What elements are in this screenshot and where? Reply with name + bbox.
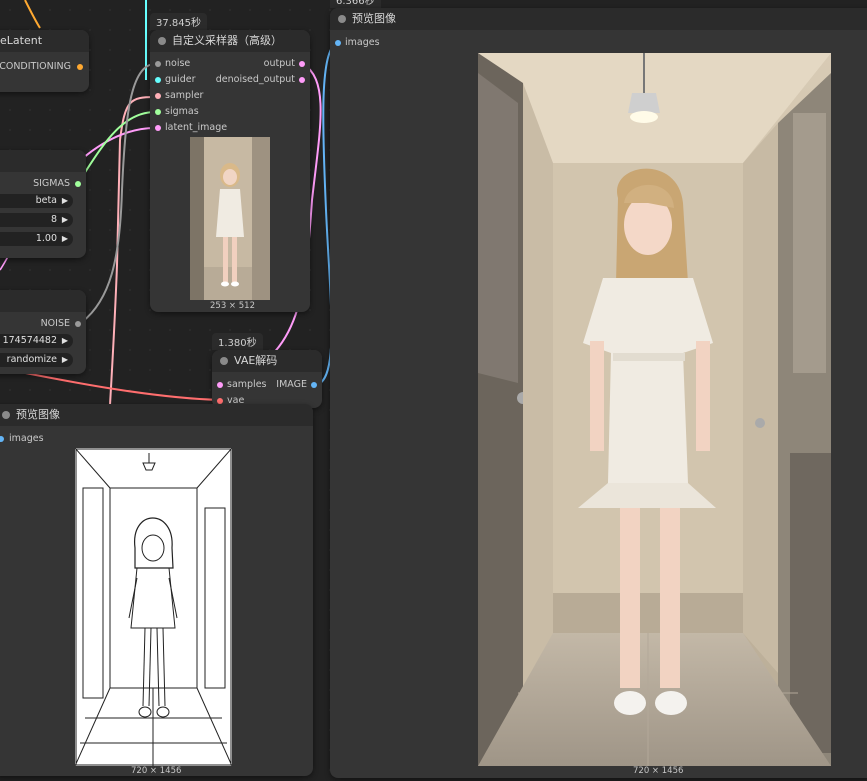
sampler-timing: 37.845秒	[150, 13, 207, 30]
vae-node-title: VAE解码	[234, 354, 278, 367]
image-output-label: IMAGE	[276, 379, 307, 390]
preview-right-image[interactable]	[478, 53, 831, 766]
scheduler-value: beta	[35, 195, 57, 206]
noise-output-socket[interactable]	[75, 321, 81, 327]
sigmas-output-label: SIGMAS	[33, 178, 70, 189]
noise-input-socket[interactable]	[155, 61, 161, 67]
wire-sampler	[109, 96, 156, 406]
conditioning-output-socket[interactable]	[77, 64, 83, 70]
sigmas-input-socket[interactable]	[155, 109, 161, 115]
denoise-value: 1.00	[35, 233, 57, 244]
preview-image-node-right[interactable]: 预览图像 images 720 × 1456	[330, 8, 867, 778]
sigmas-output-socket[interactable]	[75, 181, 81, 187]
preview-image-node-left[interactable]: 预览图像 images 720 × 1456	[0, 404, 313, 776]
scheduler-select[interactable]: beta ▶	[0, 194, 73, 208]
arrow-right-icon[interactable]: ▶	[62, 232, 68, 246]
denoise-input[interactable]: 1.00 ▶	[0, 232, 73, 246]
latent-node-title: eLatent	[0, 30, 89, 52]
input-images: images	[9, 433, 44, 444]
latent-node[interactable]: eLatent CONDITIONING	[0, 30, 89, 92]
random-noise-node[interactable]: NOISE 174574482 ▶ randomize ▶	[0, 290, 86, 374]
wire-noise	[81, 63, 156, 323]
preview-right-size: 720 × 1456	[633, 766, 684, 776]
vae-timing: 1.380秒	[212, 333, 263, 350]
output-socket[interactable]	[299, 61, 305, 67]
wire-sigmas	[77, 111, 156, 184]
sampler-preview-image[interactable]	[190, 137, 270, 300]
node-status-dot	[2, 411, 10, 419]
node-status-dot	[220, 357, 228, 365]
sampler-preview-size: 253 × 512	[210, 301, 255, 311]
images-input-socket[interactable]	[0, 436, 4, 442]
steps-input[interactable]: 8 ▶	[0, 213, 73, 227]
steps-value: 8	[50, 214, 57, 225]
input-sampler: sampler	[165, 90, 204, 101]
arrow-right-icon[interactable]: ▶	[62, 213, 68, 227]
conditioning-output-label: CONDITIONING	[0, 61, 71, 72]
control-after-generate-select[interactable]: randomize ▶	[0, 353, 73, 367]
guider-input-socket[interactable]	[155, 77, 161, 83]
preview-left-title: 预览图像	[16, 408, 60, 421]
sampler-custom-advanced-node[interactable]: 自定义采样器（高级） noise guider sampler sigmas l…	[150, 30, 310, 312]
seed-value: 174574482	[2, 335, 57, 346]
samples-input-socket[interactable]	[217, 382, 223, 388]
preview-right-timing: 6.366秒	[330, 0, 381, 8]
latent-input-socket[interactable]	[155, 125, 161, 131]
preview-left-size: 720 × 1456	[131, 766, 182, 776]
images-input-socket[interactable]	[335, 40, 341, 46]
output-denoised: denoised_output	[215, 74, 295, 85]
arrow-right-icon[interactable]: ▶	[62, 334, 68, 348]
input-sigmas: sigmas	[165, 106, 199, 117]
sampler-input-socket[interactable]	[155, 93, 161, 99]
input-guider: guider	[165, 74, 196, 85]
noise-output-label: NOISE	[40, 318, 70, 329]
sampler-node-title: 自定义采样器（高级）	[172, 34, 282, 47]
denoised-output-socket[interactable]	[299, 77, 305, 83]
input-samples: samples	[227, 379, 267, 390]
input-noise: noise	[165, 58, 191, 69]
preview-right-title: 预览图像	[352, 12, 396, 25]
node-status-dot	[338, 15, 346, 23]
scheduler-node[interactable]: SIGMAS beta ▶ 8 ▶ 1.00 ▶	[0, 150, 86, 258]
output-output: output	[263, 58, 295, 69]
node-status-dot	[158, 37, 166, 45]
arrow-right-icon[interactable]: ▶	[62, 353, 68, 367]
wire-conditioning	[24, 0, 41, 29]
input-images: images	[345, 37, 380, 48]
arrow-right-icon[interactable]: ▶	[62, 194, 68, 208]
control-value: randomize	[6, 354, 57, 365]
vae-decode-node[interactable]: VAE解码 samples vae IMAGE	[212, 350, 322, 408]
preview-left-image[interactable]	[75, 448, 232, 766]
image-output-socket[interactable]	[311, 382, 317, 388]
input-latent-image: latent_image	[165, 122, 228, 133]
seed-input[interactable]: 174574482 ▶	[0, 334, 73, 348]
